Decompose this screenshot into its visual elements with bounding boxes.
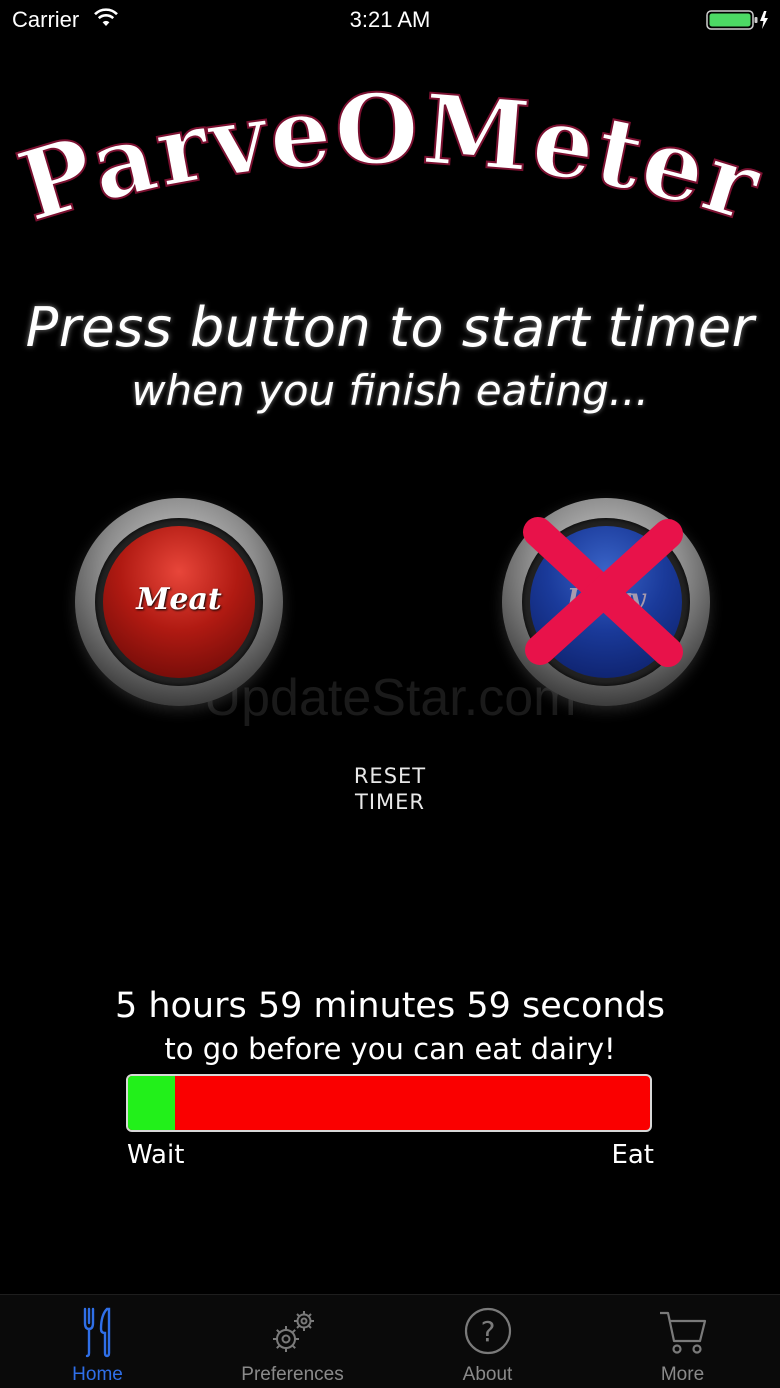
gears-icon bbox=[273, 1311, 314, 1352]
app-logo: ParveOMeter bbox=[0, 71, 780, 258]
question-circle-icon: ? bbox=[464, 1307, 512, 1355]
tab-bar: Home Preferences ? About More bbox=[0, 1294, 780, 1388]
disabled-x-icon bbox=[523, 517, 683, 667]
status-time: 3:21 AM bbox=[349, 7, 431, 32]
cart-icon bbox=[660, 1311, 707, 1354]
tab-home[interactable]: Home bbox=[0, 1295, 195, 1388]
meat-button-label: Meat bbox=[136, 582, 222, 617]
tab-about[interactable]: ? About bbox=[390, 1295, 585, 1388]
tab-preferences[interactable]: Preferences bbox=[195, 1295, 390, 1388]
progress-bar bbox=[126, 1074, 652, 1132]
battery-icon bbox=[706, 9, 770, 37]
reset-timer-button[interactable]: RESET TIMER bbox=[330, 763, 450, 815]
progress-label-end: Eat bbox=[611, 1140, 654, 1170]
countdown-time: 5 hours 59 minutes 59 seconds bbox=[114, 986, 666, 1026]
fork-knife-icon bbox=[83, 1307, 111, 1358]
app-title: ParveOMeter bbox=[6, 88, 774, 244]
svg-text:?: ? bbox=[481, 1315, 496, 1348]
instruction-subtext: when you finish eating... bbox=[131, 366, 649, 415]
tab-more[interactable]: More bbox=[585, 1295, 780, 1388]
meat-button[interactable]: Meat bbox=[75, 498, 283, 706]
reset-label-line2: TIMER bbox=[355, 790, 425, 814]
tab-home-label: Home bbox=[72, 1364, 123, 1385]
status-bar: Carrier 3:21 AM bbox=[0, 0, 780, 40]
tab-more-label: More bbox=[660, 1364, 705, 1385]
tab-preferences-label: Preferences bbox=[241, 1364, 344, 1385]
instruction-text: Press button to start timer bbox=[25, 296, 755, 359]
tab-about-label: About bbox=[462, 1364, 513, 1385]
reset-label-line1: RESET bbox=[353, 764, 427, 788]
countdown-message: to go before you can eat dairy! bbox=[164, 1032, 616, 1066]
dairy-button[interactable]: Dairy bbox=[502, 498, 710, 706]
progress-label-start: Wait bbox=[127, 1140, 185, 1170]
progress-fill bbox=[128, 1076, 175, 1130]
